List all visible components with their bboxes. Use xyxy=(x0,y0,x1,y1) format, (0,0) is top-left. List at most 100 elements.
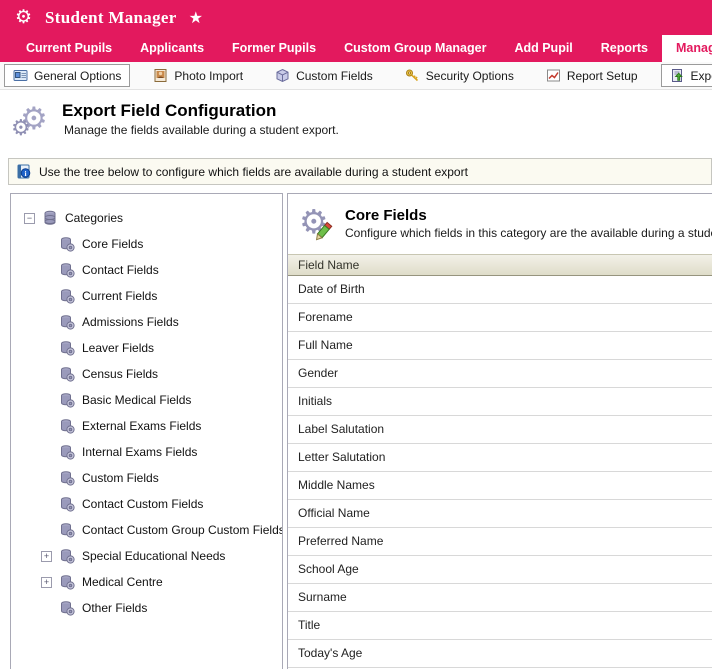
tree-node-contact-fields[interactable]: Contact Fields xyxy=(11,257,282,283)
tree-node-internal-exams-fields[interactable]: Internal Exams Fields xyxy=(11,439,282,465)
tree-children: Core Fields Contact Fields Current Fields A… xyxy=(11,231,282,621)
tree-node-label: Contact Fields xyxy=(82,263,159,277)
database-icon xyxy=(42,210,58,226)
info-book-icon: i xyxy=(17,164,31,179)
detail-subtitle: Configure which fields in this category … xyxy=(345,226,712,240)
toolbar-button-label: Export Configuration xyxy=(691,69,712,83)
category-database-icon xyxy=(59,340,75,356)
tree-node-core-fields[interactable]: Core Fields xyxy=(11,231,282,257)
tree-node-label: Basic Medical Fields xyxy=(82,393,191,407)
grid-column-header[interactable]: Field Name xyxy=(288,254,712,276)
category-database-icon xyxy=(59,314,75,330)
field-row-gender[interactable]: Gender xyxy=(288,360,712,388)
field-row-surname[interactable]: Surname xyxy=(288,584,712,612)
tree-node-basic-medical-fields[interactable]: Basic Medical Fields xyxy=(11,387,282,413)
custom-fields-icon xyxy=(275,68,290,83)
category-database-icon xyxy=(59,522,75,538)
app-header: ⚙ Student Manager ★ Current PupilsApplic… xyxy=(0,0,712,62)
tree-node-label: Other Fields xyxy=(82,601,147,615)
report-setup-button[interactable]: Report Setup xyxy=(537,64,647,87)
tree-node-label: Internal Exams Fields xyxy=(82,445,197,459)
tab-add-pupil[interactable]: Add Pupil xyxy=(500,35,586,62)
expand-plus-icon[interactable]: + xyxy=(41,577,52,588)
gear-pencil-icon: ⚙ xyxy=(298,207,336,245)
tab-custom-group-manager[interactable]: Custom Group Manager xyxy=(330,35,500,62)
tree-node-census-fields[interactable]: Census Fields xyxy=(11,361,282,387)
collapse-expander-icon[interactable]: − xyxy=(24,213,35,224)
detail-header: ⚙ Core Fields Configure which fields in … xyxy=(288,194,712,254)
tree-node-medical-centre[interactable]: + Medical Centre xyxy=(11,569,282,595)
app-title: Student Manager xyxy=(45,8,177,28)
category-database-icon xyxy=(59,236,75,252)
export-doc-icon xyxy=(670,68,685,83)
tree-node-label: Leaver Fields xyxy=(82,341,154,355)
photo-import-button[interactable]: Photo Import xyxy=(144,64,252,87)
settings-gear-icon: ⚙ xyxy=(15,8,32,27)
field-row-preferred-name[interactable]: Preferred Name xyxy=(288,528,712,556)
tree-node-leaver-fields[interactable]: Leaver Fields xyxy=(11,335,282,361)
tree-node-label: Current Fields xyxy=(82,289,157,303)
tree-node-label: Contact Custom Fields xyxy=(82,497,203,511)
toolbar-button-label: Report Setup xyxy=(567,69,638,83)
tab-reports[interactable]: Reports xyxy=(587,35,662,62)
field-row-forename[interactable]: Forename xyxy=(288,304,712,332)
tree-node-contact-custom-fields[interactable]: Contact Custom Fields xyxy=(11,491,282,517)
category-database-icon xyxy=(59,392,75,408)
sub-toolbar: General Options Photo Import Custom Fields… xyxy=(0,62,712,90)
field-row-date-of-birth[interactable]: Date of Birth xyxy=(288,276,712,304)
key-icon xyxy=(405,68,420,83)
tree-node-label: External Exams Fields xyxy=(82,419,201,433)
tree-node-external-exams-fields[interactable]: External Exams Fields xyxy=(11,413,282,439)
field-row-title[interactable]: Title xyxy=(288,612,712,640)
tree-node-admissions-fields[interactable]: Admissions Fields xyxy=(11,309,282,335)
field-row-today-s-age[interactable]: Today's Age xyxy=(288,640,712,668)
tree-node-contact-custom-group-custom-fields[interactable]: Contact Custom Group Custom Fields xyxy=(11,517,282,543)
tree-node-other-fields[interactable]: Other Fields xyxy=(11,595,282,621)
info-bar-text: Use the tree below to configure which fi… xyxy=(39,165,468,179)
field-detail-panel: ⚙ Core Fields Configure which fields in … xyxy=(287,193,712,669)
tab-current-pupils[interactable]: Current Pupils xyxy=(12,35,126,62)
general-options-button[interactable]: General Options xyxy=(4,64,130,87)
field-row-initials[interactable]: Initials xyxy=(288,388,712,416)
title-bar: ⚙ Student Manager ★ xyxy=(0,0,712,35)
gears-icon: ⚙⚙ xyxy=(12,101,52,143)
tree-node-label: Admissions Fields xyxy=(82,315,179,329)
expand-plus-icon[interactable]: + xyxy=(41,551,52,562)
tree-node-current-fields[interactable]: Current Fields xyxy=(11,283,282,309)
page-header: ⚙⚙ Export Field Configuration Manage the… xyxy=(0,90,712,152)
toolbar-button-label: Photo Import xyxy=(174,69,243,83)
content-area: − Categories Core Fields Contact Fields Cu… xyxy=(0,193,712,669)
field-row-label-salutation[interactable]: Label Salutation xyxy=(288,416,712,444)
category-database-icon xyxy=(59,470,75,486)
category-database-icon xyxy=(59,288,75,304)
security-options-button[interactable]: Security Options xyxy=(396,64,523,87)
field-row-letter-salutation[interactable]: Letter Salutation xyxy=(288,444,712,472)
category-database-icon xyxy=(59,600,75,616)
tree-node-custom-fields[interactable]: Custom Fields xyxy=(11,465,282,491)
field-row-official-name[interactable]: Official Name xyxy=(288,500,712,528)
field-row-full-name[interactable]: Full Name xyxy=(288,332,712,360)
custom-fields-button[interactable]: Custom Fields xyxy=(266,64,382,87)
info-bar: i Use the tree below to configure which … xyxy=(8,158,712,185)
tree-node-label: Census Fields xyxy=(82,367,158,381)
grid-rows: Date of BirthForenameFull NameGenderInit… xyxy=(288,276,712,668)
export-configuration-button[interactable]: Export Configuration xyxy=(661,64,712,87)
tree-node-label: Medical Centre xyxy=(82,575,163,589)
page-subtitle: Manage the fields available during a stu… xyxy=(64,123,339,137)
tab-applicants[interactable]: Applicants xyxy=(126,35,218,62)
category-database-icon xyxy=(59,418,75,434)
tab-management-options[interactable]: Management Options xyxy=(662,35,712,62)
svg-text:i: i xyxy=(24,169,26,178)
field-row-middle-names[interactable]: Middle Names xyxy=(288,472,712,500)
category-database-icon xyxy=(59,444,75,460)
tab-former-pupils[interactable]: Former Pupils xyxy=(218,35,330,62)
tree-node-label: Core Fields xyxy=(82,237,143,251)
category-database-icon xyxy=(59,574,75,590)
star-icon[interactable]: ★ xyxy=(189,8,203,28)
field-row-school-age[interactable]: School Age xyxy=(288,556,712,584)
tree-node-special-educational-needs[interactable]: + Special Educational Needs xyxy=(11,543,282,569)
category-database-icon xyxy=(59,548,75,564)
tree-node-label: Special Educational Needs xyxy=(82,549,225,563)
report-chart-icon xyxy=(546,68,561,83)
tree-node-categories[interactable]: − Categories xyxy=(11,205,282,231)
